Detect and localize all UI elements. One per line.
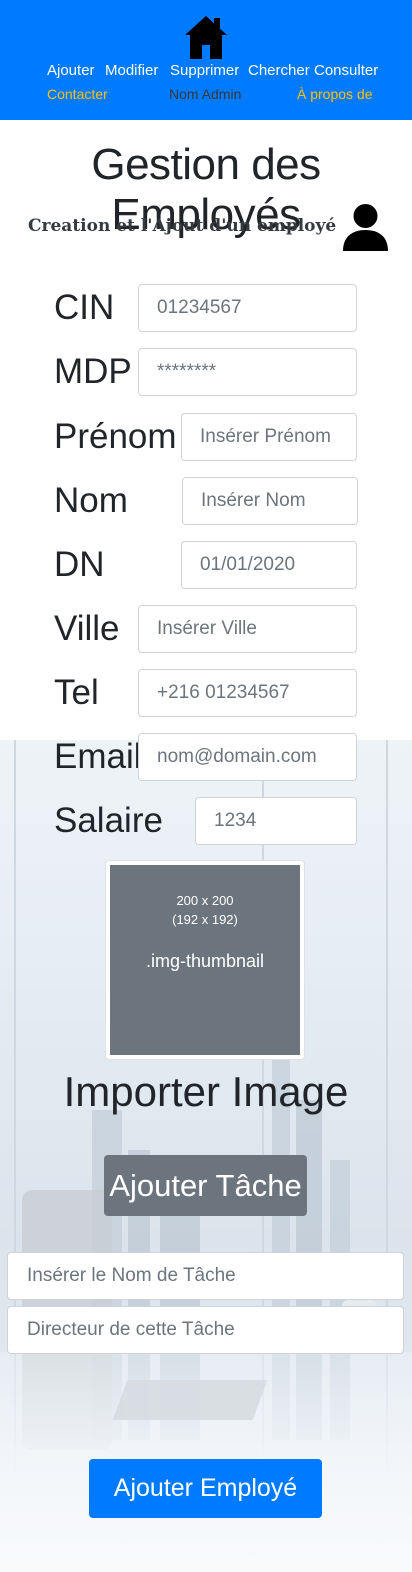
nom-label: Nom bbox=[54, 481, 128, 520]
nav-link-supprimer[interactable]: Supprimer bbox=[170, 62, 239, 79]
salaire-label: Salaire bbox=[54, 801, 163, 840]
nav-link-chercher[interactable]: Chercher bbox=[248, 62, 310, 79]
date-of-birth-input[interactable]: 01/01/2020 bbox=[181, 541, 357, 589]
thumbnail-class-name: .img-thumbnail bbox=[145, 951, 265, 971]
prenom-input[interactable]: Insérer Prénom bbox=[181, 413, 357, 461]
mdp-label: MDP bbox=[54, 352, 132, 391]
thumbnail-render-size: (192 x 192) bbox=[172, 912, 238, 927]
task-director-input[interactable]: Directeur de cette Tâche bbox=[7, 1306, 404, 1354]
tel-input[interactable]: +216 01234567 bbox=[138, 669, 357, 717]
email-input[interactable]: nom@domain.com bbox=[138, 733, 357, 781]
image-thumbnail: 200 x 200 (192 x 192) .img-thumbnail bbox=[105, 860, 305, 1060]
page-subtitle: Creation et l'Ajout d'un employé bbox=[28, 216, 337, 236]
nav-link-a-propos[interactable]: À propos de bbox=[297, 86, 373, 102]
home-icon[interactable] bbox=[185, 15, 227, 60]
user-icon bbox=[343, 204, 388, 251]
password-input[interactable]: ******** bbox=[138, 348, 357, 396]
prenom-label: Prénom bbox=[54, 417, 177, 456]
nav-link-ajouter[interactable]: Ajouter bbox=[47, 62, 95, 79]
nom-input[interactable]: Insérer Nom bbox=[182, 477, 358, 525]
cin-label: CIN bbox=[54, 288, 115, 327]
top-navbar: Ajouter Modifier Supprimer Chercher Cons… bbox=[0, 0, 412, 120]
tel-label: Tel bbox=[54, 673, 99, 712]
import-image-link[interactable]: Importer Image bbox=[0, 1068, 412, 1116]
salaire-input[interactable]: 1234 bbox=[195, 797, 357, 845]
nav-link-consulter[interactable]: Consulter bbox=[314, 62, 378, 79]
nav-link-modifier[interactable]: Modifier bbox=[105, 62, 158, 79]
add-task-button[interactable]: Ajouter Tâche bbox=[104, 1155, 307, 1216]
dn-label: DN bbox=[54, 545, 105, 584]
admin-name: Nom Admin bbox=[169, 86, 242, 102]
ville-input[interactable]: Insérer Ville bbox=[138, 605, 357, 653]
add-employee-button[interactable]: Ajouter Employé bbox=[89, 1459, 322, 1518]
task-name-input[interactable]: Insérer le Nom de Tâche bbox=[7, 1252, 404, 1300]
email-label: Email bbox=[54, 737, 142, 776]
cin-input[interactable]: 01234567 bbox=[138, 284, 357, 332]
thumbnail-size: 200 x 200 bbox=[176, 893, 234, 908]
ville-label: Ville bbox=[54, 609, 120, 648]
nav-link-contacter[interactable]: Contacter bbox=[47, 86, 108, 102]
